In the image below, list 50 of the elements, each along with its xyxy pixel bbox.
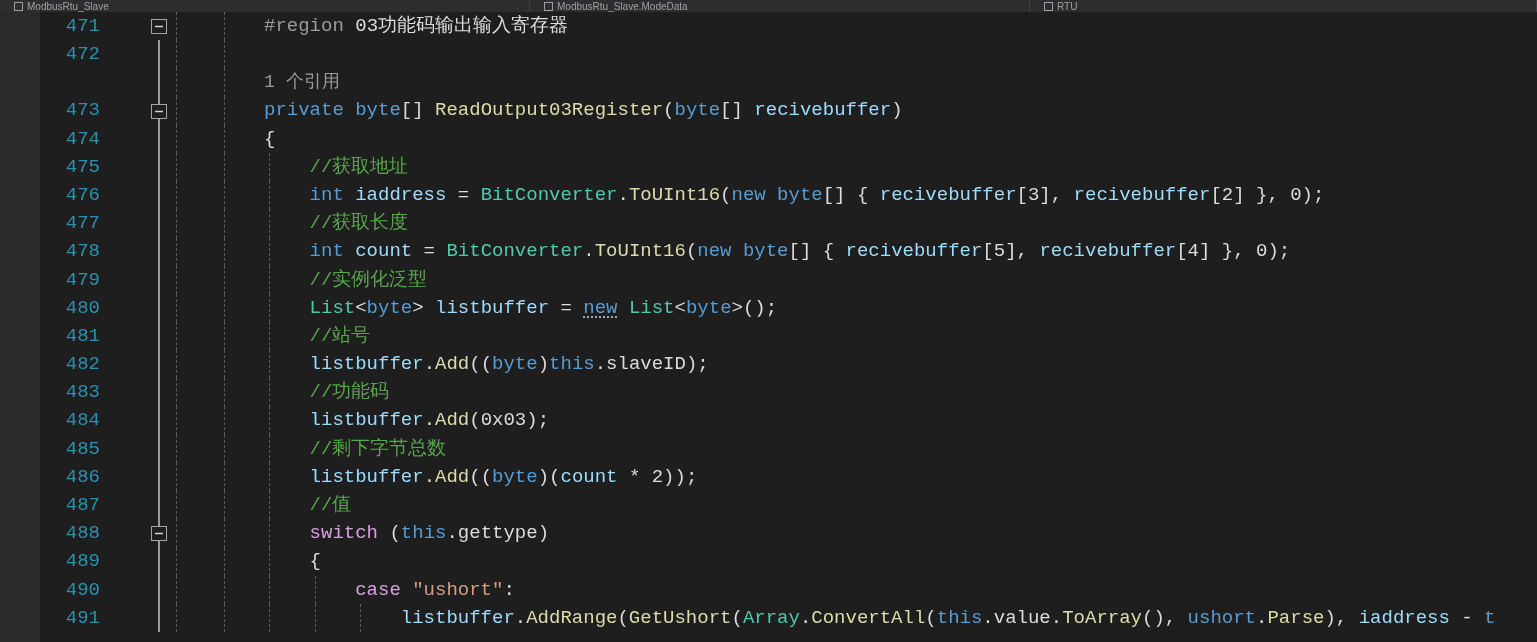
line-number: 489 <box>64 549 100 575</box>
collapse-icon[interactable] <box>151 103 167 119</box>
line-number: 472 <box>64 42 100 68</box>
line-number: 490 <box>64 577 100 603</box>
line-number: 474 <box>64 126 100 152</box>
line-number: 487 <box>64 493 100 519</box>
line-number: 480 <box>64 295 100 321</box>
code-line: listbuffer.Add((byte)(count * 2)); <box>309 464 698 490</box>
line-number: 471 <box>64 13 100 39</box>
line-number: 488 <box>64 521 100 547</box>
code-line: listbuffer.AddRange(GetUshort(Array.ConvertAll(this.value.ToArray(), ushort.Parse), iaddress - t <box>400 605 1496 631</box>
line-number: 486 <box>64 464 100 490</box>
collapse-icon[interactable] <box>151 526 167 542</box>
code-line: { <box>264 126 276 152</box>
line-number: 483 <box>64 380 100 406</box>
code-line: switch (this.gettype) <box>309 521 550 547</box>
code-line: #region 03功能码输出输入寄存器 <box>264 13 569 39</box>
code-line: //获取地址 <box>309 154 409 180</box>
code-line: int count = BitConverter.ToUInt16(new byte[] { recivebuffer[5], recivebuffer[4] }, 0); <box>309 239 1291 265</box>
reference-count[interactable]: 1 个引用 <box>264 68 340 96</box>
code-line: //剩下字节总数 <box>309 436 447 462</box>
code-line: //实例化泛型 <box>309 267 428 293</box>
code-line: listbuffer.Add((byte)this.slaveID); <box>309 352 709 378</box>
code-line: int iaddress = BitConverter.ToUInt16(new byte[] { recivebuffer[3], recivebuffer[2] }, 0); <box>309 182 1325 208</box>
line-number: 481 <box>64 323 100 349</box>
line-number: 485 <box>64 436 100 462</box>
navigation-dropdown[interactable]: ModbusRtu_Slave.ModeData <box>530 0 1030 12</box>
code-line: private byte[] ReadOutput03Register(byte[] recivebuffer) <box>264 98 903 124</box>
line-number: 476 <box>64 182 100 208</box>
navigation-dropdown[interactable]: RTU <box>1030 0 1537 12</box>
code-line: listbuffer.Add(0x03); <box>309 408 550 434</box>
line-number: 484 <box>64 408 100 434</box>
line-number: 477 <box>64 211 100 237</box>
code-line: case "ushort": <box>355 577 515 603</box>
code-line: //获取长度 <box>309 211 409 237</box>
code-line: //站号 <box>309 323 371 349</box>
class-icon <box>1044 1 1053 11</box>
collapse-icon[interactable] <box>151 19 167 34</box>
code-line: { <box>309 549 321 575</box>
line-number: 478 <box>64 239 100 265</box>
line-number: 482 <box>64 352 100 378</box>
code-line: //值 <box>309 493 352 519</box>
line-number: 479 <box>64 267 100 293</box>
class-icon <box>14 1 23 11</box>
line-number: 491 <box>64 605 100 631</box>
code-line: //功能码 <box>309 380 390 406</box>
line-number: 475 <box>64 154 100 180</box>
line-number: 473 <box>64 98 100 124</box>
code-line: List<byte> listbuffer = new List<byte>(); <box>309 295 778 321</box>
class-icon <box>544 1 553 11</box>
